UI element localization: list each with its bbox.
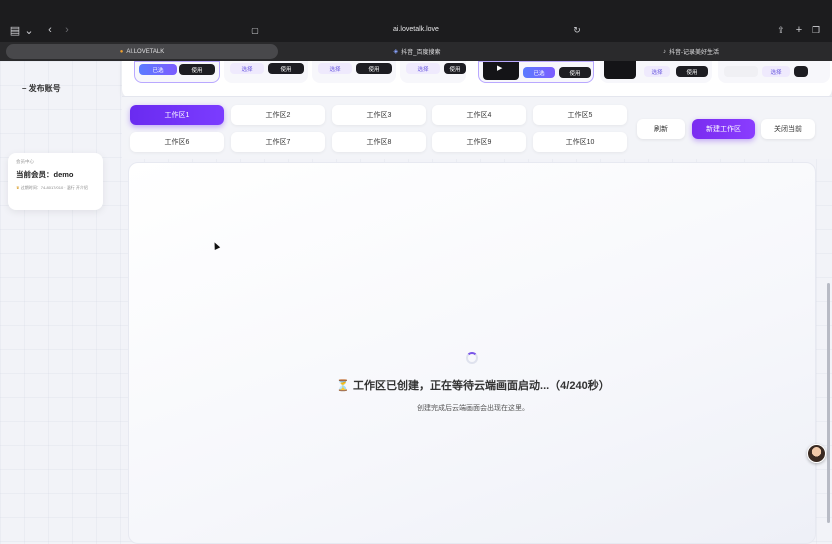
tab-label: 抖音-记录美好生活 [669, 50, 719, 56]
tab-workspace-7[interactable]: 工作区7 [231, 132, 325, 152]
tab-workspace-1[interactable]: 工作区1 [130, 105, 224, 125]
support-avatar[interactable] [807, 444, 826, 463]
template-card[interactable]: 选择 使用 [400, 61, 466, 83]
cloud-screen-stage[interactable]: ⏳ 工作区已创建，正在等待云端画面启动...（4/240秒） 创建完成后云端画面… [128, 162, 816, 544]
page-scrollbar[interactable] [827, 283, 830, 523]
select-button[interactable]: 选择 [644, 66, 670, 77]
template-card[interactable]: 选择 [718, 61, 830, 83]
sidebar: – 发布账号 会员中心 当前会员：demo ♛ 过期时间：74-8017/010… [0, 61, 112, 544]
page-content: – 发布账号 会员中心 当前会员：demo ♛ 过期时间：74-8017/010… [0, 61, 832, 544]
placeholder-thumb [724, 66, 758, 77]
status-message: ⏳ 工作区已创建，正在等待云端画面启动...（4/240秒） [336, 380, 610, 392]
tab-overview-icon[interactable]: ❐ [811, 22, 821, 38]
member-expiry: ♛ 过期时间：74-8017/010 · 温行 开介绍 [16, 184, 95, 191]
baidu-favicon-icon: ◈ [393, 49, 399, 55]
use-button[interactable]: 使用 [676, 66, 708, 77]
current-member: 当前会员：demo [16, 170, 74, 179]
site-favicon-icon: ● [119, 48, 124, 55]
member-expiry-text: 过期时间：74-8017/010 · 温行 开介绍 [20, 185, 88, 190]
select-button[interactable]: 选择 [230, 63, 264, 74]
share-icon[interactable]: ⇪ [776, 22, 786, 38]
loading-spinner-icon [466, 352, 478, 364]
browser-toolbar: ▤ ⌄ ‹ › ▢ ai.lovetalk.love ↻ ⇪ + ❐ [0, 0, 832, 42]
crown-icon: ♛ [16, 185, 20, 190]
tab-label: AI.LOVETALK [126, 48, 165, 55]
template-card[interactable]: 选择 使用 [312, 61, 396, 83]
use-button[interactable] [794, 66, 808, 77]
chevron-down-icon[interactable]: ⌄ [24, 22, 34, 38]
tab-workspace-4[interactable]: 工作区4 [432, 105, 526, 125]
video-thumbnail: ▶ [483, 62, 519, 80]
member-card: 会员中心 当前会员：demo ♛ 过期时间：74-8017/010 · 温行 开… [8, 153, 103, 210]
tab-workspace-9[interactable]: 工作区9 [432, 132, 526, 152]
forward-icon[interactable]: › [62, 22, 72, 38]
selected-button[interactable]: 已选 [139, 64, 177, 75]
publish-account-link[interactable]: – 发布账号 [22, 83, 61, 94]
tab-workspace-10[interactable]: 工作区10 [533, 132, 627, 152]
tab-workspace-8[interactable]: 工作区8 [332, 132, 426, 152]
template-card[interactable]: 选择 使用 [224, 61, 308, 83]
address-bar[interactable]: ai.lovetalk.love [300, 21, 532, 39]
tab-workspace-3[interactable]: 工作区3 [332, 105, 426, 125]
refresh-button[interactable]: 刷新 [637, 119, 685, 139]
tab-workspace-2[interactable]: 工作区2 [231, 105, 325, 125]
tab-bar: ● AI.LOVETALK ◈ 抖音_百度搜索 ♪ 抖音-记录美好生活 [0, 42, 832, 61]
select-button[interactable]: 选择 [406, 63, 440, 74]
close-current-button[interactable]: 关闭当前 [761, 119, 815, 139]
select-button[interactable]: 选择 [318, 63, 352, 74]
reload-icon[interactable]: ↻ [572, 22, 582, 38]
use-button[interactable]: 使用 [179, 64, 215, 75]
play-icon: ▶ [497, 65, 503, 72]
new-workspace-button[interactable]: 新建工作区 [692, 119, 755, 139]
dash-icon: – [22, 84, 29, 93]
back-icon[interactable]: ‹ [45, 22, 55, 38]
tab-workspace-6[interactable]: 工作区6 [130, 132, 224, 152]
main-area: 已选 使用 选择 使用 选择 使用 选择 使用 ▶ 已选 使用 选择 使用 选择… [122, 61, 832, 544]
template-strip: 已选 使用 选择 使用 选择 使用 选择 使用 ▶ 已选 使用 选择 使用 选择 [122, 61, 832, 99]
douyin-favicon-icon: ♪ [663, 48, 666, 55]
tab-ai-lovetalk[interactable]: ● AI.LOVETALK [6, 44, 278, 59]
sidebar-toggle-icon[interactable]: ▤ [8, 22, 22, 38]
hint-message: 创建完成后云端画面会出现在这里。 [417, 405, 529, 412]
selected-button[interactable]: 已选 [523, 67, 555, 78]
member-section-label: 会员中心 [16, 159, 34, 164]
template-card[interactable]: 选择 使用 [600, 61, 712, 83]
use-button[interactable]: 使用 [444, 63, 466, 74]
use-button[interactable]: 使用 [356, 63, 392, 74]
tab-baidu-search[interactable]: ◈ 抖音_百度搜索 [282, 44, 552, 59]
browser-window: ▤ ⌄ ‹ › ▢ ai.lovetalk.love ↻ ⇪ + ❐ ● AI.… [0, 0, 832, 544]
tab-workspace-5[interactable]: 工作区5 [533, 105, 627, 125]
template-card[interactable]: ▶ 已选 使用 [478, 61, 594, 83]
tab-douyin[interactable]: ♪ 抖音-记录美好生活 [556, 44, 826, 59]
tab-label: 抖音_百度搜索 [401, 50, 441, 56]
use-button[interactable]: 使用 [268, 63, 304, 74]
video-thumbnail [604, 61, 636, 79]
page-icon[interactable]: ▢ [250, 22, 260, 38]
template-card[interactable]: 已选 使用 [134, 61, 220, 83]
select-button[interactable]: 选择 [762, 66, 790, 77]
new-tab-icon[interactable]: + [794, 22, 804, 38]
use-button[interactable]: 使用 [559, 67, 591, 78]
publish-account-label: 发布账号 [28, 84, 61, 93]
